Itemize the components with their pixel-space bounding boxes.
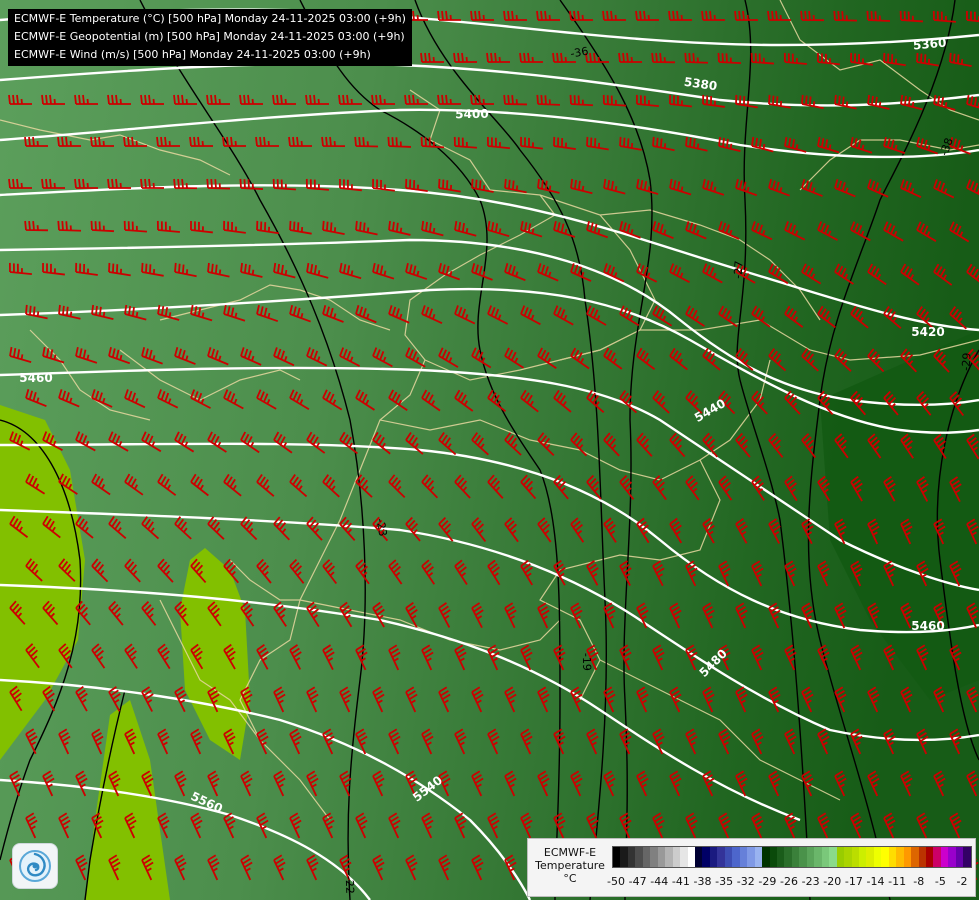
colorbar-tick-label: -47 [628, 875, 647, 888]
legend-title-model: ECMWF-E [543, 846, 597, 859]
colorbar-swatch [642, 847, 651, 867]
colorbar-swatch [926, 847, 934, 867]
ecmwf-swirl-icon [19, 850, 51, 882]
colorbar-swatch [650, 847, 658, 867]
colorbar-swatch [687, 847, 695, 867]
colorbar-swatch [829, 847, 837, 867]
colorbar-swatch [858, 847, 867, 867]
colorbar-swatch [702, 847, 710, 867]
isohypse-label: 5460 [19, 371, 52, 385]
isohypse-label: 5360 [912, 36, 946, 53]
colorbar-swatch [903, 847, 912, 867]
legend-title: ECMWF-E Temperature °C [532, 846, 608, 885]
temperature-legend: ECMWF-E Temperature °C -50 -47 -44 -41 -38 -3… [527, 838, 976, 897]
isotherm-label: -29 [959, 352, 974, 371]
colorbar-swatch [717, 847, 725, 867]
colorbar-swatch [680, 847, 688, 867]
isohypse-label: 5420 [911, 325, 944, 339]
colorbar-swatch [844, 847, 852, 867]
colorbar-swatch [627, 847, 636, 867]
colorbar-swatch [665, 847, 673, 867]
colorbar-tick-label: -29 [758, 875, 777, 888]
colorbar-swatch [799, 847, 807, 867]
wind-title: ECMWF-E Wind (m/s) [500 hPa] Monday 24-1… [14, 48, 371, 61]
colorbar-tick-label: -44 [650, 875, 669, 888]
colorbar-swatch [791, 847, 800, 867]
colorbar-swatch [814, 847, 822, 867]
isohypse-label: 5460 [911, 619, 944, 633]
colorbar-tick-label: -20 [823, 875, 842, 888]
colorbar-swatch [940, 847, 949, 867]
colorbar-swatch [776, 847, 785, 867]
map-title-box: ECMWF-E Temperature (°C) [500 hPa] Monda… [8, 9, 412, 66]
colorbar-swatch [724, 847, 733, 867]
isohypse-label: 5400 [455, 107, 489, 122]
colorbar-tick-label: -26 [780, 875, 798, 888]
colorbar-tick-label: -50 [607, 875, 625, 888]
colorbar-tick-label: -17 [844, 875, 863, 888]
legend-title-unit: °C [563, 872, 577, 885]
colorbar-swatch [881, 847, 889, 867]
colorbar-tick-label: -14 [866, 875, 885, 888]
colorbar-swatch [933, 847, 941, 867]
colorbar-swatch [747, 847, 755, 867]
colorbar-swatch [769, 847, 777, 867]
colorbar-swatch [851, 847, 859, 867]
colorbar-swatch [866, 847, 874, 867]
colorbar-tick-label: -35 [715, 875, 734, 888]
colorbar-swatch [888, 847, 897, 867]
colorbar-tick-label: -23 [801, 875, 820, 888]
colorbar-tick-label: -41 [671, 875, 690, 888]
colorbar-tick-label: -32 [736, 875, 755, 888]
legend-title-variable: Temperature [535, 859, 605, 872]
colorbar-swatch [911, 847, 919, 867]
colorbar-swatch [672, 847, 681, 867]
colorbar-swatch [762, 847, 770, 867]
colorbar-swatch [836, 847, 845, 867]
colorbar-ticks: -50 -47 -44 -41 -38 -35 -32 -29 -26 -23 -20 -17 -14-… [607, 875, 972, 889]
colorbar-tick-label: -5 [934, 875, 946, 888]
temperature-colorbar [612, 846, 972, 868]
colorbar-swatch [613, 847, 621, 867]
colorbar-swatch [635, 847, 643, 867]
colorbar-tick-label: -38 [693, 875, 712, 888]
geopotential-title: ECMWF-E Geopotential (m) [500 hPa] Monda… [14, 30, 405, 43]
colorbar-tick-label: -8 [913, 875, 925, 888]
colorbar-swatch [657, 847, 666, 867]
colorbar-swatch [694, 847, 703, 867]
temperature-title: ECMWF-E Temperature (°C) [500 hPa] Monda… [14, 12, 406, 25]
colorbar-swatch [948, 847, 956, 867]
colorbar-tick-label: -11 [888, 875, 907, 888]
isotherm-label: -22 [343, 876, 357, 894]
colorbar-swatch [963, 847, 971, 867]
isotherm-label: -19 [580, 653, 594, 671]
colorbar-swatch [821, 847, 830, 867]
colorbar-swatch [709, 847, 718, 867]
colorbar-swatch [955, 847, 964, 867]
weather-map: 5360 5380 5400 5420 5440 5460 5460 5480 … [0, 0, 979, 900]
colorbar-tick-label: -2 [956, 875, 968, 888]
colorbar-swatch [918, 847, 927, 867]
colorbar-swatch [620, 847, 628, 867]
colorbar-swatch [784, 847, 792, 867]
colorbar-swatch [754, 847, 763, 867]
colorbar-swatch [732, 847, 740, 867]
ecmwf-logo [12, 843, 58, 889]
colorbar-swatch [873, 847, 882, 867]
colorbar-swatch [806, 847, 815, 867]
colorbar-swatch [896, 847, 904, 867]
isotherm-label: -27 [731, 260, 746, 279]
colorbar-swatch [739, 847, 748, 867]
